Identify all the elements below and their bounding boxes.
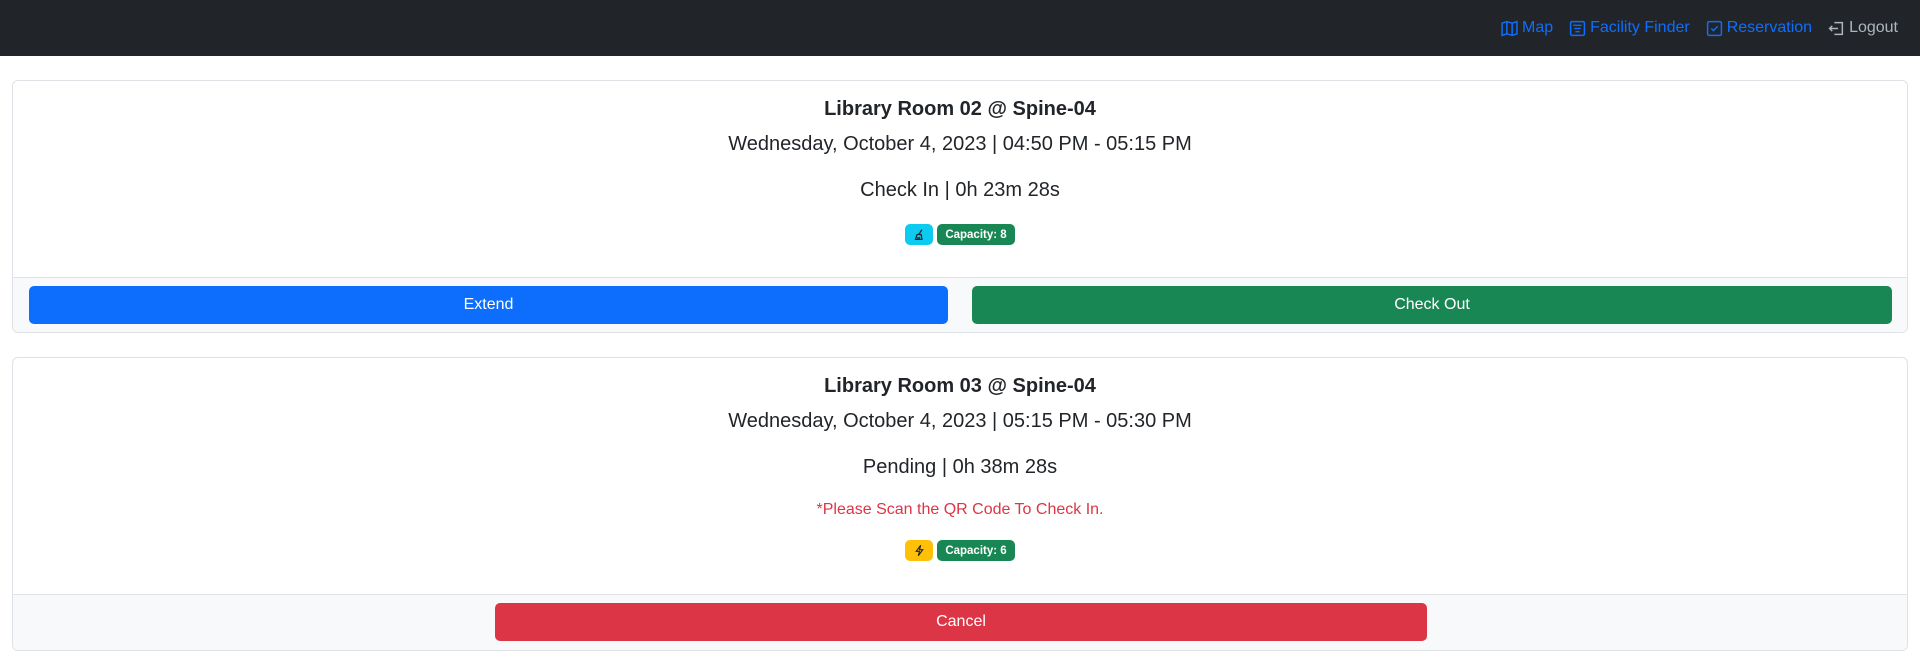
card-footer: Extend Check Out: [13, 277, 1907, 332]
logout-icon: [1828, 21, 1844, 35]
cancel-button[interactable]: Cancel: [495, 603, 1427, 641]
reservation-card-1: Library Room 02 @ Spine-04 Wednesday, Oc…: [12, 80, 1908, 333]
reservation-status: Pending | 0h 38m 28s: [862, 456, 1058, 478]
room-title: Library Room 03 @ Spine-04: [824, 375, 1096, 397]
nav-logout-label: Logout: [1849, 19, 1898, 36]
nav-map-link[interactable]: Map: [1501, 19, 1553, 37]
filter-list-icon: [1569, 20, 1586, 36]
top-navbar: Map Facility Finder Reservation Logout: [0, 0, 1920, 56]
reservation-status: Check In | 0h 23m 28s: [860, 179, 1060, 201]
nav-facility-finder-link[interactable]: Facility Finder: [1569, 19, 1690, 37]
badge-group: Capacity: 6: [13, 540, 1907, 561]
nav-reservation-link[interactable]: Reservation: [1706, 19, 1812, 37]
qr-scan-notice: *Please Scan the QR Code To Check In.: [816, 501, 1104, 518]
extend-button[interactable]: Extend: [29, 286, 948, 324]
lightning-icon: [914, 544, 924, 557]
reservation-datetime: Wednesday, October 4, 2023 | 04:50 PM - …: [728, 133, 1192, 155]
capacity-badge: Capacity: 8: [937, 224, 1015, 245]
map-icon: [1501, 20, 1518, 36]
reservation-card-2: Library Room 03 @ Spine-04 Wednesday, Oc…: [12, 357, 1908, 651]
nav-logout-link[interactable]: Logout: [1828, 19, 1898, 37]
card-footer: Cancel: [13, 594, 1907, 650]
room-title: Library Room 02 @ Spine-04: [824, 98, 1096, 120]
reservation-datetime: Wednesday, October 4, 2023 | 05:15 PM - …: [728, 410, 1192, 432]
amenity-badge: [905, 224, 934, 245]
nav-map-label: Map: [1521, 19, 1554, 36]
broom-icon: [914, 229, 923, 240]
badge-group: Capacity: 8: [13, 224, 1907, 245]
nav-reservation-label: Reservation: [1726, 19, 1813, 36]
check-out-button[interactable]: Check Out: [972, 286, 1892, 324]
amenity-badge: [905, 540, 934, 561]
calendar-check-icon: [1706, 20, 1722, 36]
capacity-badge: Capacity: 6: [937, 540, 1015, 561]
nav-facility-finder-label: Facility Finder: [1590, 19, 1690, 36]
